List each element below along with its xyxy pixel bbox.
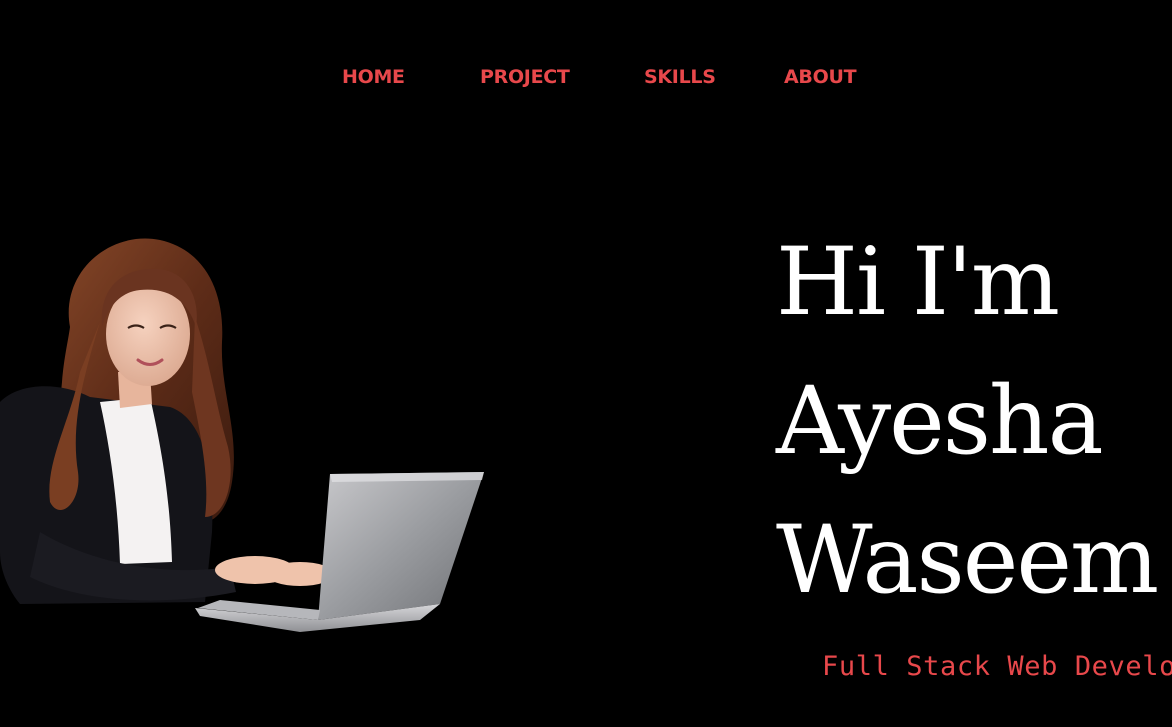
- hero-first-name: Ayesha: [776, 367, 1104, 476]
- nav-link-project[interactable]: PROJECT: [480, 64, 570, 90]
- nav-link-home[interactable]: HOME: [342, 64, 405, 90]
- nav-link-about[interactable]: ABOUT: [784, 64, 857, 90]
- laptop-icon: [318, 472, 484, 620]
- hero-subtitle: Full Stack Web Developer: [822, 651, 1172, 682]
- main-nav: HOME PROJECT SKILLS ABOUT: [0, 64, 1172, 92]
- hero-greeting: Hi I'm: [776, 228, 1060, 337]
- hero-last-name: Waseem: [776, 506, 1159, 615]
- woman-with-laptop-illustration: [0, 238, 484, 632]
- nav-link-skills[interactable]: SKILLS: [644, 64, 716, 90]
